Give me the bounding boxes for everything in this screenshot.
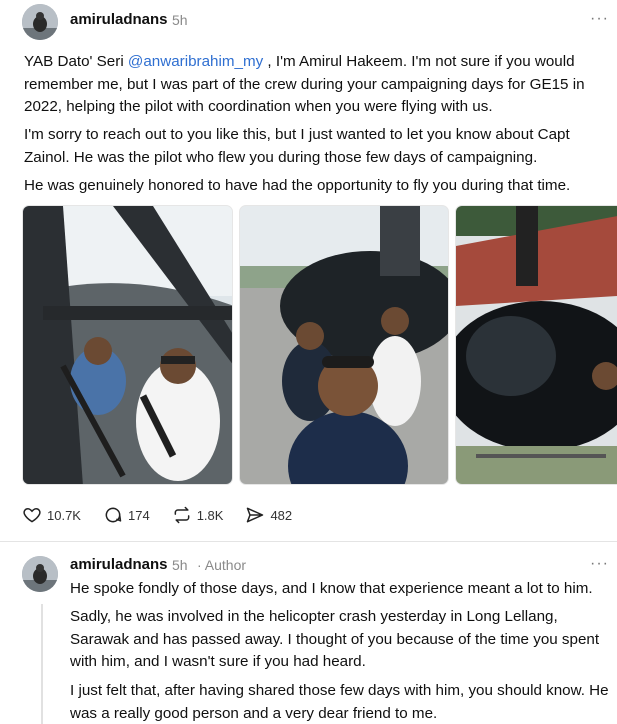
post-action-bar: 10.7K 174 1.8K 482 [22,502,314,528]
like-button[interactable]: 10.7K [22,505,81,525]
helicopter-photo[interactable] [455,205,617,485]
author-badge: · Author [197,557,247,573]
repost-icon [174,506,190,524]
avatar[interactable] [22,4,58,40]
cockpit-photo[interactable] [22,205,233,485]
avatar-image [22,4,58,40]
share-count: 482 [270,507,293,523]
reply-more-options-button[interactable]: ··· [590,555,609,573]
avatar-image [22,556,58,592]
post-paragraph-1: YAB Dato' Seri @anwaribrahim_my , I'm Am… [24,51,604,119]
post-time: 5h [172,12,188,28]
comment-count: 174 [127,507,150,523]
post-divider [0,541,617,542]
post-paragraph-2: I'm sorry to reach out to you like this,… [24,126,570,166]
post-paragraph-1-start: YAB Dato' Seri [24,53,128,70]
reply-username[interactable]: amiruladnans [70,556,168,573]
repost-button[interactable]: 1.8K [172,505,224,525]
send-icon [247,507,264,523]
post-paragraph-3: He was genuinely honored to have had the… [24,177,571,194]
like-count: 10.7K [47,507,81,523]
thread-line [41,604,43,724]
heart-icon [23,507,41,523]
reply-avatar[interactable] [22,556,58,592]
post-username[interactable]: amiruladnans [70,11,168,28]
comment-icon [105,507,122,523]
comment-button[interactable]: 174 [103,505,150,525]
more-options-button[interactable]: ··· [590,10,609,28]
group-selfie-photo[interactable] [239,205,449,485]
share-button[interactable]: 482 [245,505,292,525]
reply-paragraph-2: Sadly, he was involved in the helicopter… [70,608,600,670]
repost-count: 1.8K [196,507,224,523]
reply-time: 5h [172,557,188,573]
mention-link[interactable]: @anwaribrahim_my [128,53,263,70]
reply-paragraph-1: He spoke fondly of those days, and I kno… [70,580,593,597]
reply-paragraph-3: I just felt that, after having shared th… [70,682,609,722]
